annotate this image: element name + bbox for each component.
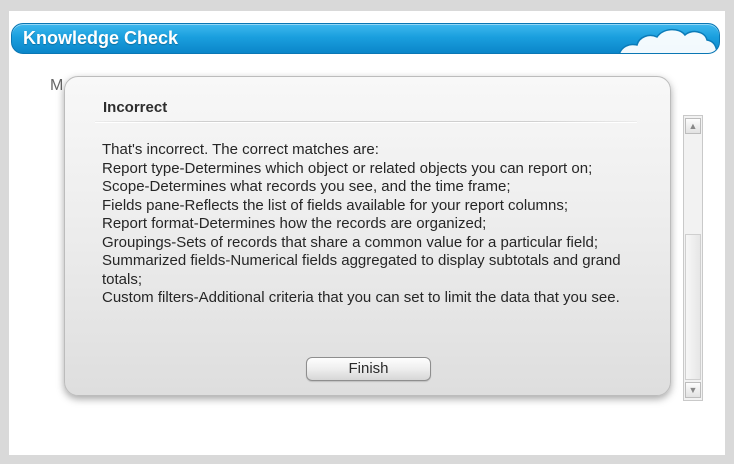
feedback-line: Report type-Determines which object or r…	[102, 159, 593, 177]
scrollbar-thumb[interactable]	[685, 234, 701, 380]
scroll-down-button[interactable]: ▼	[685, 382, 701, 398]
dialog-divider	[95, 121, 637, 123]
feedback-line: Summarized fields-Numerical fields aggre…	[102, 252, 621, 288]
page-title: Knowledge Check	[23, 28, 179, 48]
feedback-line: Groupings-Sets of records that share a c…	[102, 233, 599, 251]
finish-button[interactable]: Finish	[306, 357, 431, 381]
feedback-line: Custom filters-Additional criteria that …	[102, 289, 620, 306]
feedback-text: That's incorrect. The correct matches ar…	[102, 141, 647, 308]
header-bar: Knowledge Check	[11, 23, 720, 54]
feedback-line: Fields pane-Reflects the list of fields …	[102, 196, 569, 214]
chevron-up-icon: ▲	[688, 121, 698, 131]
cloud-icon	[618, 28, 717, 53]
feedback-line: That's incorrect. The correct matches ar…	[102, 141, 379, 158]
feedback-line: Report format-Determines how the records…	[102, 215, 487, 232]
feedback-dialog: Incorrect That's incorrect. The correct …	[64, 76, 671, 396]
scroll-up-button[interactable]: ▲	[685, 118, 701, 134]
dialog-title: Incorrect	[103, 99, 168, 116]
vertical-scrollbar[interactable]: ▲ ▼	[683, 115, 703, 401]
feedback-line: Scope-Determines what records you see, a…	[102, 178, 511, 195]
background-question-text: M	[50, 77, 64, 94]
chevron-down-icon: ▼	[688, 385, 698, 395]
